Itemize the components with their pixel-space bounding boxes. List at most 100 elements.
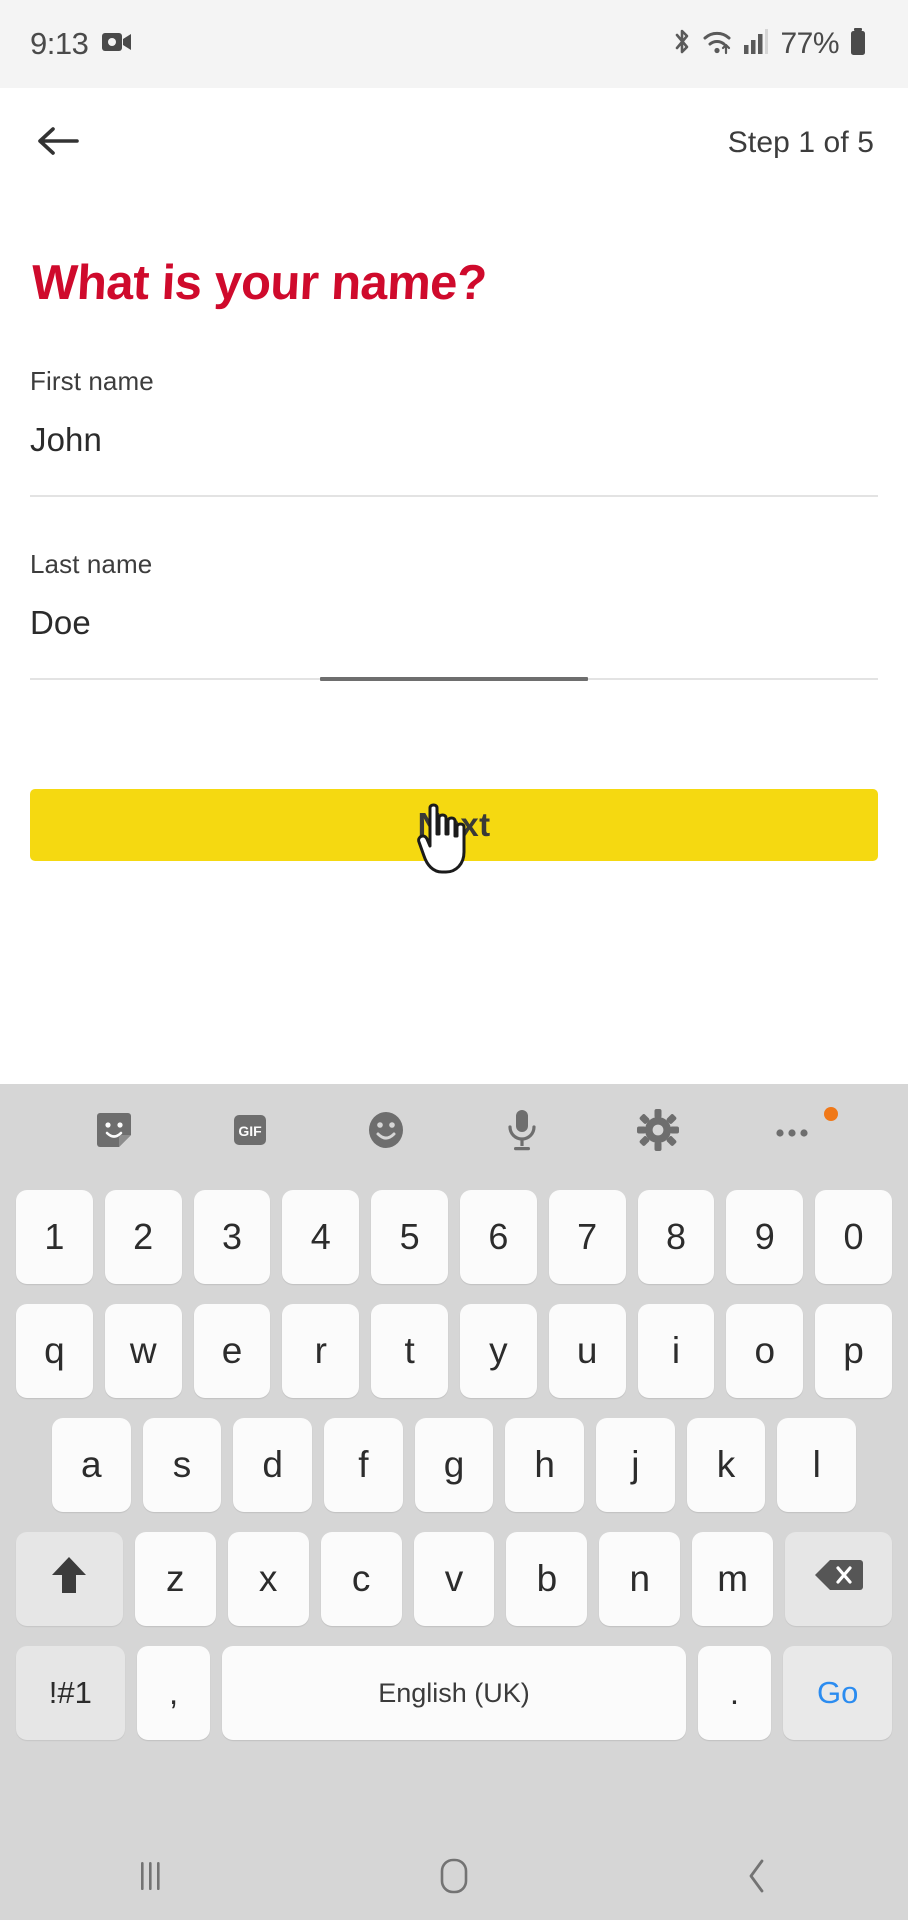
shift-key[interactable] <box>16 1532 123 1626</box>
key-8[interactable]: 8 <box>637 1190 715 1284</box>
keyboard-settings-button[interactable] <box>590 1097 726 1167</box>
status-bar-right: 77% <box>671 27 880 62</box>
arrow-left-icon <box>36 123 80 164</box>
home-icon <box>434 1854 474 1903</box>
more-options-icon <box>772 1119 816 1146</box>
back-icon <box>742 1854 772 1903</box>
key-y[interactable]: y <box>459 1304 537 1398</box>
symbols-key[interactable]: !#1 <box>16 1646 125 1740</box>
more-options-button[interactable] <box>726 1097 862 1167</box>
gif-icon: GIF <box>229 1109 271 1156</box>
key-b[interactable]: b <box>506 1532 588 1626</box>
key-4[interactable]: 4 <box>282 1190 360 1284</box>
gif-button[interactable]: GIF <box>182 1097 318 1167</box>
shift-icon <box>49 1553 89 1606</box>
next-button[interactable]: Next <box>30 789 878 861</box>
keyboard-toolbar: GIF <box>0 1084 908 1180</box>
cellular-signal-icon <box>743 28 769 61</box>
key-x[interactable]: x <box>227 1532 309 1626</box>
key-j[interactable]: j <box>596 1418 675 1512</box>
comma-key[interactable]: , <box>136 1646 211 1740</box>
key-0[interactable]: 0 <box>815 1190 892 1284</box>
app-header: Step 1 of 5 <box>0 88 908 198</box>
next-button-label: Next <box>417 806 491 843</box>
key-v[interactable]: v <box>413 1532 495 1626</box>
key-i[interactable]: i <box>637 1304 715 1398</box>
battery-percent-label: 77% <box>780 27 839 60</box>
status-bar: 9:13 77% <box>0 0 908 88</box>
keyboard-row-numbers: 1 2 3 4 5 6 7 8 9 0 <box>0 1180 908 1294</box>
key-o[interactable]: o <box>726 1304 804 1398</box>
space-key[interactable]: English (UK) <box>222 1646 686 1740</box>
keyboard-row-zxcv: z x c v b n m <box>0 1522 908 1636</box>
key-c[interactable]: c <box>320 1532 402 1626</box>
emoji-button[interactable] <box>318 1097 454 1167</box>
key-s[interactable]: s <box>142 1418 222 1512</box>
back-nav-button[interactable] <box>605 1836 908 1920</box>
key-m[interactable]: m <box>692 1532 774 1626</box>
backspace-key[interactable] <box>785 1532 892 1626</box>
key-1[interactable]: 1 <box>16 1190 93 1284</box>
page-title: What is your name? <box>30 256 488 310</box>
key-g[interactable]: g <box>414 1418 494 1512</box>
last-name-input[interactable] <box>30 604 878 642</box>
key-w[interactable]: w <box>104 1304 182 1398</box>
emoji-icon <box>364 1108 408 1157</box>
svg-text:GIF: GIF <box>238 1123 262 1139</box>
sticker-button[interactable] <box>46 1097 182 1167</box>
on-screen-keyboard: GIF 1 2 3 4 5 6 7 8 9 0 q w e r t y u i … <box>0 1084 908 1836</box>
keyboard-row-asdf: a s d f g h j k l <box>0 1408 908 1522</box>
key-t[interactable]: t <box>371 1304 448 1398</box>
first-name-field-group: First name <box>0 366 908 497</box>
video-recording-icon <box>102 31 132 58</box>
home-button[interactable] <box>303 1836 606 1920</box>
status-clock: 9:13 <box>30 26 89 61</box>
recents-icon <box>134 1856 168 1901</box>
back-button[interactable] <box>30 115 86 171</box>
wifi-icon <box>702 27 734 62</box>
first-name-label: First name <box>30 366 154 396</box>
key-l[interactable]: l <box>777 1418 857 1512</box>
keyboard-row-qwerty: q w e r t y u i o p <box>0 1294 908 1408</box>
period-key[interactable]: . <box>697 1646 772 1740</box>
key-d[interactable]: d <box>233 1418 313 1512</box>
key-u[interactable]: u <box>548 1304 626 1398</box>
step-indicator: Step 1 of 5 <box>727 126 874 159</box>
last-name-underline <box>30 677 878 681</box>
first-name-input[interactable] <box>30 421 878 459</box>
gear-icon <box>636 1108 680 1157</box>
key-5[interactable]: 5 <box>371 1190 448 1284</box>
key-h[interactable]: h <box>505 1418 585 1512</box>
status-bar-left: 9:13 <box>30 26 132 62</box>
name-form: First name Last name <box>0 366 908 681</box>
key-z[interactable]: z <box>134 1532 216 1626</box>
key-k[interactable]: k <box>686 1418 766 1512</box>
last-name-label: Last name <box>30 549 153 579</box>
phone-screen: 9:13 77% Step 1 of 5 What is your name? … <box>0 0 908 1920</box>
battery-icon <box>848 27 868 62</box>
key-a[interactable]: a <box>52 1418 131 1512</box>
key-f[interactable]: f <box>324 1418 403 1512</box>
key-p[interactable]: p <box>815 1304 892 1398</box>
key-7[interactable]: 7 <box>548 1190 626 1284</box>
key-6[interactable]: 6 <box>459 1190 537 1284</box>
go-key[interactable]: Go <box>783 1646 892 1740</box>
key-n[interactable]: n <box>599 1532 681 1626</box>
key-q[interactable]: q <box>16 1304 93 1398</box>
last-name-field-group: Last name <box>0 549 908 681</box>
sticker-icon <box>93 1109 135 1156</box>
key-e[interactable]: e <box>193 1304 271 1398</box>
bluetooth-icon <box>671 27 693 62</box>
key-2[interactable]: 2 <box>104 1190 182 1284</box>
microphone-icon <box>502 1107 542 1158</box>
key-9[interactable]: 9 <box>726 1190 804 1284</box>
backspace-icon <box>814 1557 864 1602</box>
key-3[interactable]: 3 <box>193 1190 271 1284</box>
voice-input-button[interactable] <box>454 1097 590 1167</box>
system-navigation-bar <box>0 1836 908 1920</box>
first-name-underline <box>30 495 878 497</box>
recents-button[interactable] <box>0 1836 303 1920</box>
keyboard-row-bottom: !#1 , English (UK) . Go <box>0 1636 908 1750</box>
notification-badge <box>824 1107 838 1121</box>
key-r[interactable]: r <box>282 1304 360 1398</box>
